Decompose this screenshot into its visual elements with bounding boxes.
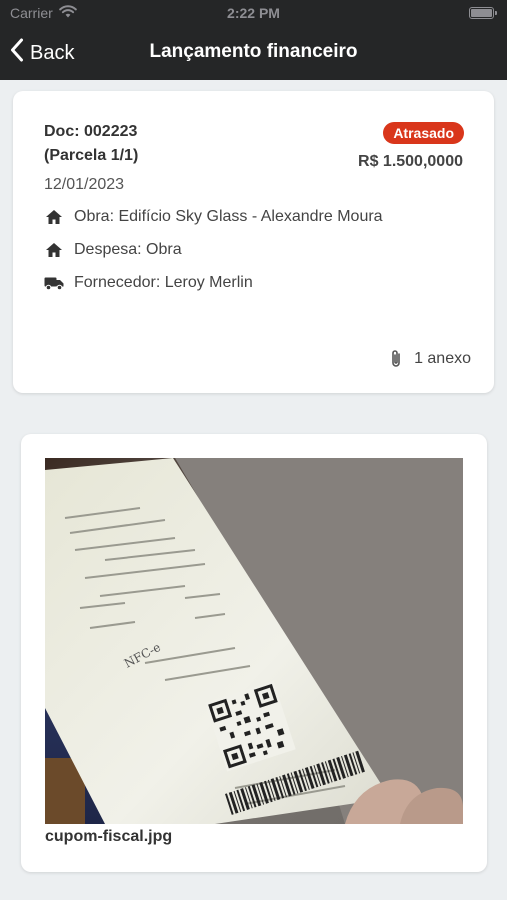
paperclip-icon	[390, 349, 402, 369]
document-date: 12/01/2023	[44, 176, 125, 193]
installment-label: (Parcela 1/1)	[44, 147, 139, 164]
navigation-bar: Back Lançamento financeiro	[0, 28, 507, 80]
fornecedor-text: Fornecedor: Leroy Merlin	[74, 274, 253, 291]
home-icon	[44, 207, 64, 227]
home-icon	[44, 240, 64, 260]
info-row-fornecedor: Fornecedor: Leroy Merlin	[44, 273, 253, 293]
attachments-link[interactable]: 1 anexo	[390, 349, 471, 369]
status-time: 2:22 PM	[227, 5, 280, 21]
truck-icon	[44, 273, 64, 293]
attachments-count: 1 anexo	[414, 350, 471, 367]
obra-text: Obra: Edifício Sky Glass - Alexandre Mou…	[74, 208, 383, 225]
document-amount: R$ 1.500,0000	[358, 153, 463, 170]
attachment-file-name: cupom-fiscal.jpg	[45, 828, 173, 845]
battery-icon	[469, 7, 497, 19]
status-badge: Atrasado	[383, 122, 464, 144]
status-bar: Carrier 2:22 PM	[0, 0, 507, 28]
info-row-despesa: Despesa: Obra	[44, 240, 182, 260]
attachment-card[interactable]: NFC-e cupom-fiscal.jpg	[21, 434, 487, 872]
info-row-obra: Obra: Edifício Sky Glass - Alexandre Mou…	[44, 207, 383, 227]
receipt-photo[interactable]: NFC-e	[45, 458, 463, 824]
page-title: Lançamento financeiro	[149, 41, 358, 62]
document-number: Doc: 002223	[44, 123, 138, 140]
despesa-text: Despesa: Obra	[74, 241, 182, 258]
document-card[interactable]: Doc: 002223 (Parcela 1/1) 12/01/2023 Atr…	[13, 91, 494, 393]
top-bar: Carrier 2:22 PM Back Lançamento financei…	[0, 0, 507, 80]
